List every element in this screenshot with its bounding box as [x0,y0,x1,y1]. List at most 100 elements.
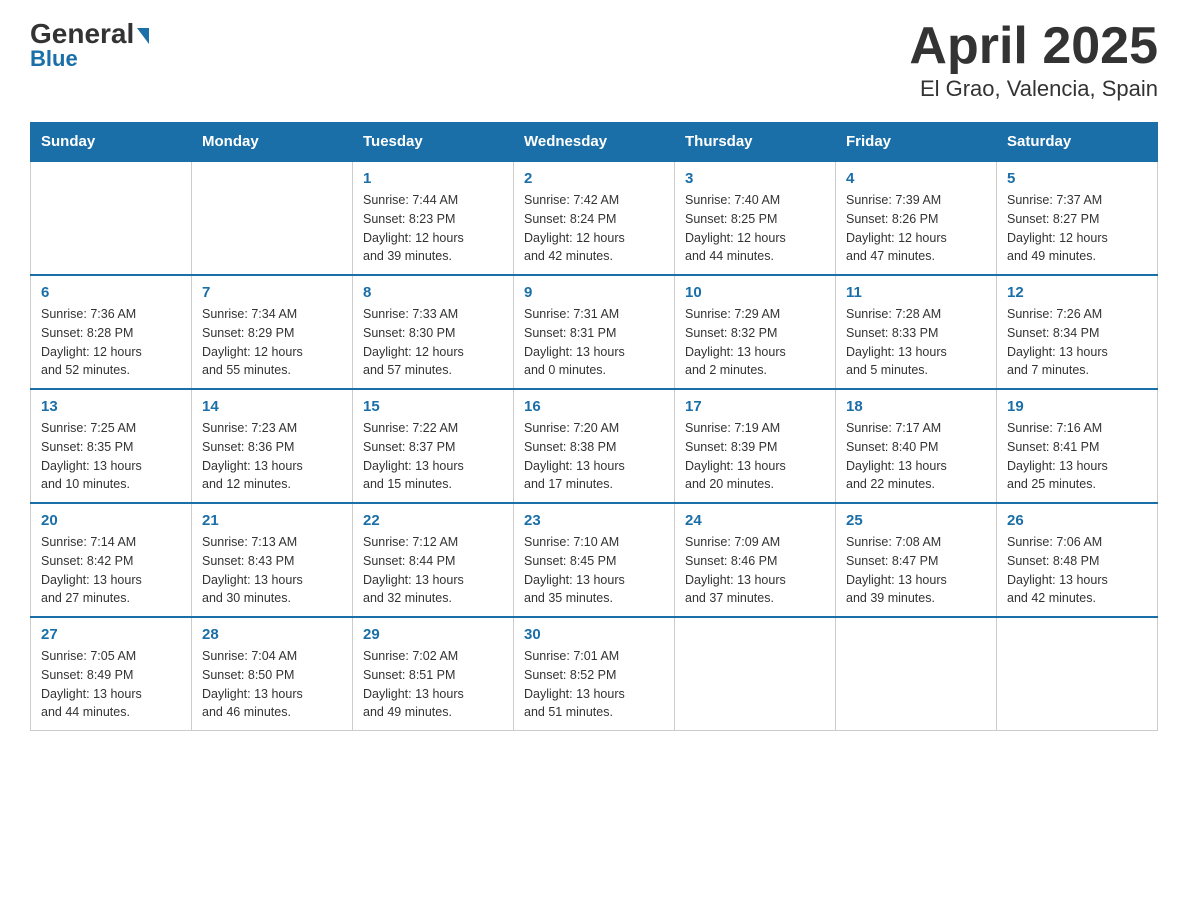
day-info: Sunrise: 7:44 AMSunset: 8:23 PMDaylight:… [363,191,503,266]
page-header: General Blue April 2025 El Grao, Valenci… [30,20,1158,102]
day-info: Sunrise: 7:01 AMSunset: 8:52 PMDaylight:… [524,647,664,722]
day-info: Sunrise: 7:16 AMSunset: 8:41 PMDaylight:… [1007,419,1147,494]
calendar-day-cell: 3 Sunrise: 7:40 AMSunset: 8:25 PMDaylight… [675,161,836,275]
calendar-day-cell [192,161,353,275]
day-number: 10 [685,284,825,301]
day-info: Sunrise: 7:06 AMSunset: 8:48 PMDaylight:… [1007,533,1147,608]
calendar-day-cell: 13Sunrise: 7:25 AMSunset: 8:35 PMDayligh… [31,389,192,503]
logo: General Blue [30,20,149,72]
calendar-week-row: 13Sunrise: 7:25 AMSunset: 8:35 PMDayligh… [31,389,1158,503]
calendar-day-cell: 29 Sunrise: 7:02 AMSunset: 8:51 PMDayligh… [353,617,514,731]
day-info: Sunrise: 7:13 AMSunset: 8:43 PMDaylight:… [202,533,342,608]
title-block: April 2025 El Grao, Valencia, Spain [909,20,1158,102]
day-info: Sunrise: 7:17 AMSunset: 8:40 PMDaylight:… [846,419,986,494]
day-number: 7 [202,284,342,301]
calendar-day-cell: 18 Sunrise: 7:17 AMSunset: 8:40 PMDayligh… [836,389,997,503]
calendar-day-cell: 12Sunrise: 7:26 AMSunset: 8:34 PMDayligh… [997,275,1158,389]
day-number: 21 [202,512,342,529]
calendar-day-cell: 2 Sunrise: 7:42 AMSunset: 8:24 PMDaylight… [514,161,675,275]
calendar-day-cell: 24Sunrise: 7:09 AMSunset: 8:46 PMDayligh… [675,503,836,617]
day-info: Sunrise: 7:31 AMSunset: 8:31 PMDaylight:… [524,305,664,380]
day-info: Sunrise: 7:34 AMSunset: 8:29 PMDaylight:… [202,305,342,380]
calendar-weekday-header: Monday [192,123,353,162]
calendar-weekday-header: Tuesday [353,123,514,162]
day-info: Sunrise: 7:37 AMSunset: 8:27 PMDaylight:… [1007,191,1147,266]
day-info: Sunrise: 7:33 AMSunset: 8:30 PMDaylight:… [363,305,503,380]
calendar-day-cell: 15Sunrise: 7:22 AMSunset: 8:37 PMDayligh… [353,389,514,503]
day-info: Sunrise: 7:36 AMSunset: 8:28 PMDaylight:… [41,305,181,380]
calendar-day-cell: 6 Sunrise: 7:36 AMSunset: 8:28 PMDaylight… [31,275,192,389]
calendar-day-cell: 14Sunrise: 7:23 AMSunset: 8:36 PMDayligh… [192,389,353,503]
calendar-week-row: 20 Sunrise: 7:14 AMSunset: 8:42 PMDayligh… [31,503,1158,617]
day-number: 8 [363,284,503,301]
calendar-day-cell: 7 Sunrise: 7:34 AMSunset: 8:29 PMDaylight… [192,275,353,389]
calendar-day-cell: 27Sunrise: 7:05 AMSunset: 8:49 PMDayligh… [31,617,192,731]
calendar-day-cell: 8 Sunrise: 7:33 AMSunset: 8:30 PMDaylight… [353,275,514,389]
logo-line1: General [30,20,149,48]
day-info: Sunrise: 7:02 AMSunset: 8:51 PMDaylight:… [363,647,503,722]
calendar-day-cell: 30 Sunrise: 7:01 AMSunset: 8:52 PMDayligh… [514,617,675,731]
day-number: 11 [846,284,986,301]
calendar-weekday-header: Thursday [675,123,836,162]
day-info: Sunrise: 7:39 AMSunset: 8:26 PMDaylight:… [846,191,986,266]
calendar-day-cell: 17Sunrise: 7:19 AMSunset: 8:39 PMDayligh… [675,389,836,503]
calendar-day-cell [675,617,836,731]
logo-line2: Blue [30,46,78,72]
day-number: 4 [846,170,986,187]
day-number: 5 [1007,170,1147,187]
calendar-day-cell: 23Sunrise: 7:10 AMSunset: 8:45 PMDayligh… [514,503,675,617]
calendar-week-row: 27Sunrise: 7:05 AMSunset: 8:49 PMDayligh… [31,617,1158,731]
day-info: Sunrise: 7:04 AMSunset: 8:50 PMDaylight:… [202,647,342,722]
day-number: 22 [363,512,503,529]
calendar-day-cell: 5 Sunrise: 7:37 AMSunset: 8:27 PMDaylight… [997,161,1158,275]
day-number: 9 [524,284,664,301]
calendar-weekday-header: Saturday [997,123,1158,162]
day-number: 3 [685,170,825,187]
day-info: Sunrise: 7:25 AMSunset: 8:35 PMDaylight:… [41,419,181,494]
calendar-day-cell: 22 Sunrise: 7:12 AMSunset: 8:44 PMDayligh… [353,503,514,617]
calendar-day-cell [31,161,192,275]
day-info: Sunrise: 7:22 AMSunset: 8:37 PMDaylight:… [363,419,503,494]
calendar-day-cell [997,617,1158,731]
calendar-header-row: SundayMondayTuesdayWednesdayThursdayFrid… [31,123,1158,162]
day-number: 2 [524,170,664,187]
page-subtitle: El Grao, Valencia, Spain [909,76,1158,102]
day-number: 25 [846,512,986,529]
day-number: 19 [1007,398,1147,415]
calendar-day-cell: 4 Sunrise: 7:39 AMSunset: 8:26 PMDaylight… [836,161,997,275]
calendar-day-cell: 19 Sunrise: 7:16 AMSunset: 8:41 PMDayligh… [997,389,1158,503]
day-number: 16 [524,398,664,415]
day-info: Sunrise: 7:42 AMSunset: 8:24 PMDaylight:… [524,191,664,266]
calendar-day-cell: 26Sunrise: 7:06 AMSunset: 8:48 PMDayligh… [997,503,1158,617]
day-info: Sunrise: 7:19 AMSunset: 8:39 PMDaylight:… [685,419,825,494]
calendar-day-cell [836,617,997,731]
calendar-weekday-header: Sunday [31,123,192,162]
day-info: Sunrise: 7:29 AMSunset: 8:32 PMDaylight:… [685,305,825,380]
day-info: Sunrise: 7:14 AMSunset: 8:42 PMDaylight:… [41,533,181,608]
day-number: 20 [41,512,181,529]
calendar-weekday-header: Friday [836,123,997,162]
day-info: Sunrise: 7:12 AMSunset: 8:44 PMDaylight:… [363,533,503,608]
calendar-day-cell: 10 Sunrise: 7:29 AMSunset: 8:32 PMDayligh… [675,275,836,389]
day-info: Sunrise: 7:40 AMSunset: 8:25 PMDaylight:… [685,191,825,266]
calendar-week-row: 1 Sunrise: 7:44 AMSunset: 8:23 PMDaylight… [31,161,1158,275]
calendar-day-cell: 21 Sunrise: 7:13 AMSunset: 8:43 PMDayligh… [192,503,353,617]
day-info: Sunrise: 7:09 AMSunset: 8:46 PMDaylight:… [685,533,825,608]
day-info: Sunrise: 7:28 AMSunset: 8:33 PMDaylight:… [846,305,986,380]
day-number: 6 [41,284,181,301]
day-number: 1 [363,170,503,187]
calendar-day-cell: 1 Sunrise: 7:44 AMSunset: 8:23 PMDaylight… [353,161,514,275]
calendar-day-cell: 9 Sunrise: 7:31 AMSunset: 8:31 PMDaylight… [514,275,675,389]
calendar-weekday-header: Wednesday [514,123,675,162]
day-number: 18 [846,398,986,415]
day-info: Sunrise: 7:10 AMSunset: 8:45 PMDaylight:… [524,533,664,608]
day-number: 29 [363,626,503,643]
calendar-day-cell: 28 Sunrise: 7:04 AMSunset: 8:50 PMDayligh… [192,617,353,731]
day-info: Sunrise: 7:05 AMSunset: 8:49 PMDaylight:… [41,647,181,722]
day-info: Sunrise: 7:20 AMSunset: 8:38 PMDaylight:… [524,419,664,494]
calendar-day-cell: 20 Sunrise: 7:14 AMSunset: 8:42 PMDayligh… [31,503,192,617]
day-number: 30 [524,626,664,643]
day-number: 28 [202,626,342,643]
calendar-week-row: 6 Sunrise: 7:36 AMSunset: 8:28 PMDaylight… [31,275,1158,389]
calendar-day-cell: 11 Sunrise: 7:28 AMSunset: 8:33 PMDayligh… [836,275,997,389]
